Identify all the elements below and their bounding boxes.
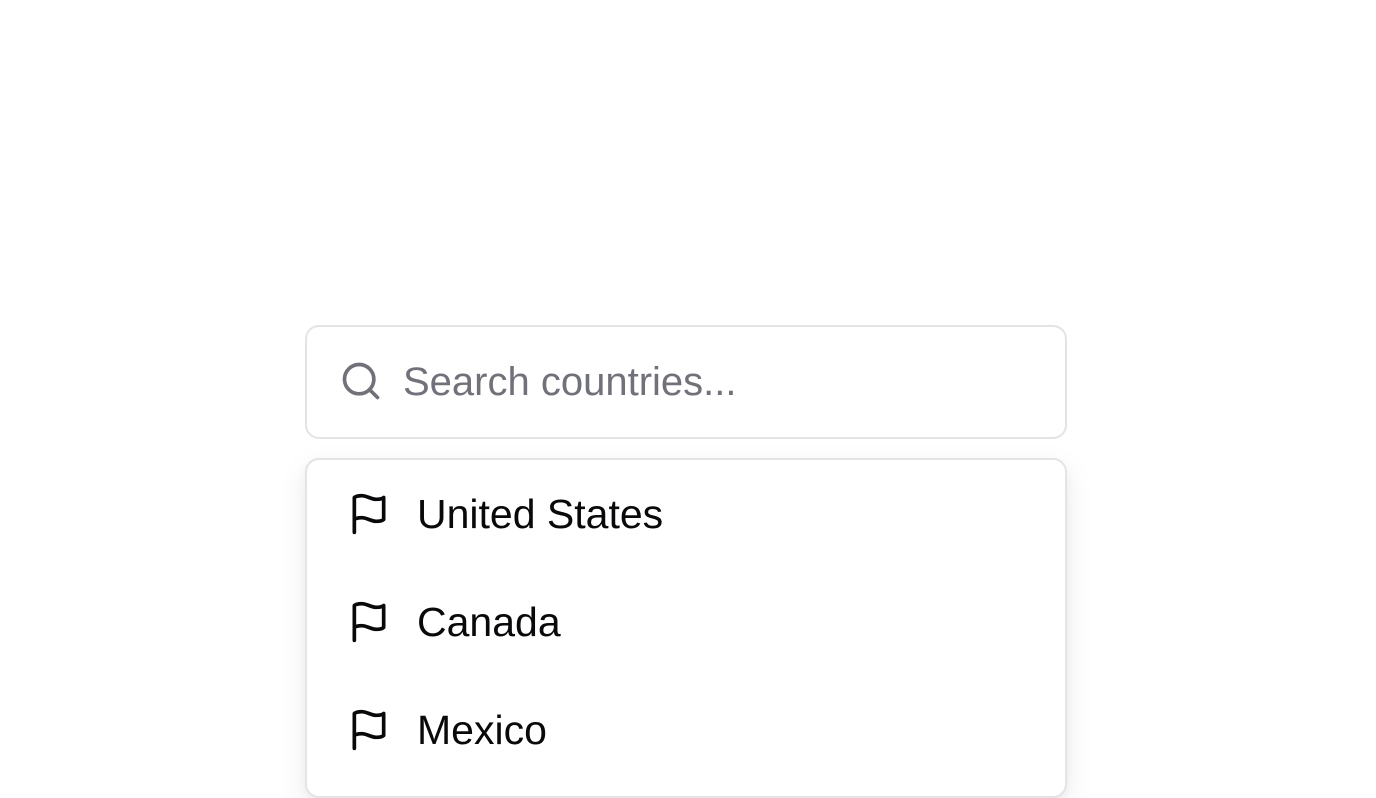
country-dropdown-list: United States Canada Mexico [305,458,1067,798]
flag-icon [347,490,391,538]
option-label: Canada [417,599,561,645]
search-input[interactable] [403,353,1043,411]
option-label: United States [417,491,664,537]
search-icon [339,359,383,403]
search-box[interactable] [305,325,1067,439]
option-label: Mexico [417,707,547,753]
option-united-states[interactable]: United States [307,460,1065,568]
flag-icon [347,706,391,754]
option-canada[interactable]: Canada [307,568,1065,676]
flag-icon [347,598,391,646]
